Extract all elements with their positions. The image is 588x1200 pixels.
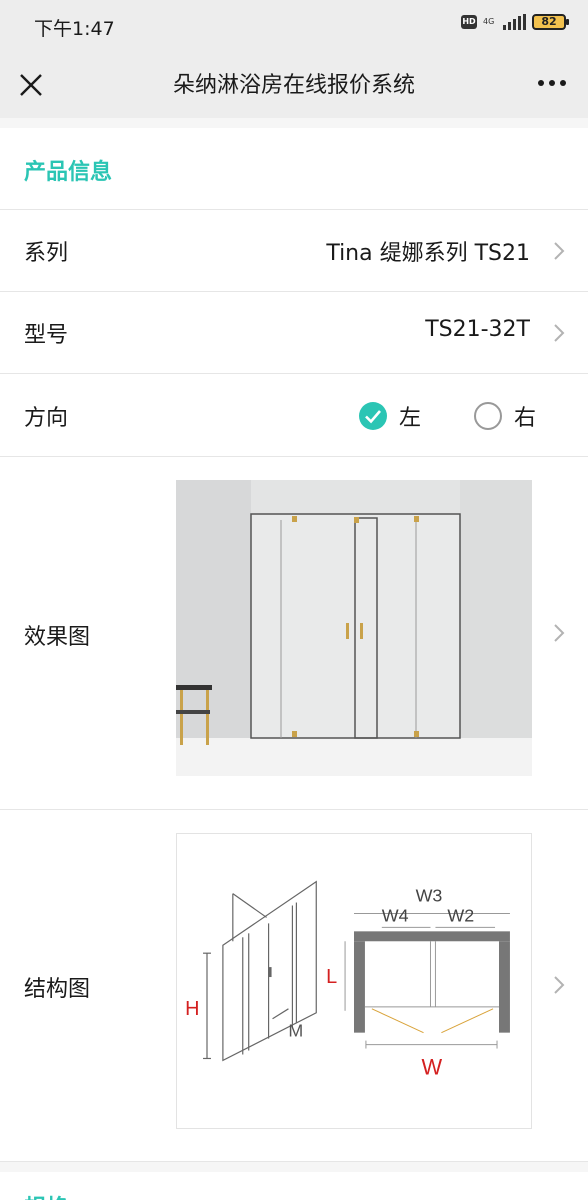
chevron-right-icon [554,324,565,342]
dimension-l-label: L [326,966,337,988]
series-label: 系列 [24,241,69,266]
dimension-w4-label: W4 [382,905,409,925]
close-icon[interactable] [14,68,48,102]
direction-left-radio[interactable]: 左 [359,400,421,432]
radio-checked-icon [359,402,387,430]
section-title: 产品信息 [24,160,113,185]
series-value: Tina 缇娜系列 TS21 [326,241,530,266]
dimension-w2-label: W2 [447,905,474,925]
direction-label: 方向 [24,406,69,431]
hd-icon: HD [461,15,477,29]
more-icon[interactable] [538,80,566,86]
direction-row: 方向 左 右 [0,374,588,457]
model-row[interactable]: 型号 TS21-32T [0,292,588,374]
direction-left-label: 左 [399,406,422,431]
network-type: 4G [483,17,495,26]
status-indicators: HD 4G 82 [461,14,569,30]
series-row[interactable]: 系列 Tina 缇娜系列 TS21 [0,210,588,292]
section-title: 规格 [24,1190,68,1200]
chevron-right-icon [554,242,565,260]
dimension-w3-label: W3 [416,886,443,906]
shower-render-image[interactable] [176,480,532,776]
render-image-label: 效果图 [24,625,91,650]
section-product-info: 产品信息 [0,118,588,210]
radio-unchecked-icon [474,402,502,430]
battery-icon: 82 [532,14,569,30]
structure-diagram-image[interactable]: H M W3 W4 W2 L W [176,833,532,1129]
structure-image-label: 结构图 [24,977,91,1002]
dimension-w-label: W [422,1054,443,1079]
dimension-h-label: H [185,998,199,1020]
signal-icon [503,14,526,30]
status-time: 下午1:47 [34,18,115,40]
page-title: 朵纳淋浴房在线报价系统 [172,73,415,98]
section-specs: 规格 [0,1162,588,1200]
direction-right-radio[interactable]: 右 [474,400,536,432]
nav-bar: 朵纳淋浴房在线报价系统 [0,54,588,118]
model-value: TS21-32T [425,317,530,342]
dimension-m-label: M [288,1021,303,1041]
model-label: 型号 [24,323,69,348]
direction-right-label: 右 [514,406,537,431]
chevron-right-icon [554,624,565,642]
chevron-right-icon [554,976,565,994]
status-bar: 下午1:47 HD 4G 82 [0,0,588,54]
